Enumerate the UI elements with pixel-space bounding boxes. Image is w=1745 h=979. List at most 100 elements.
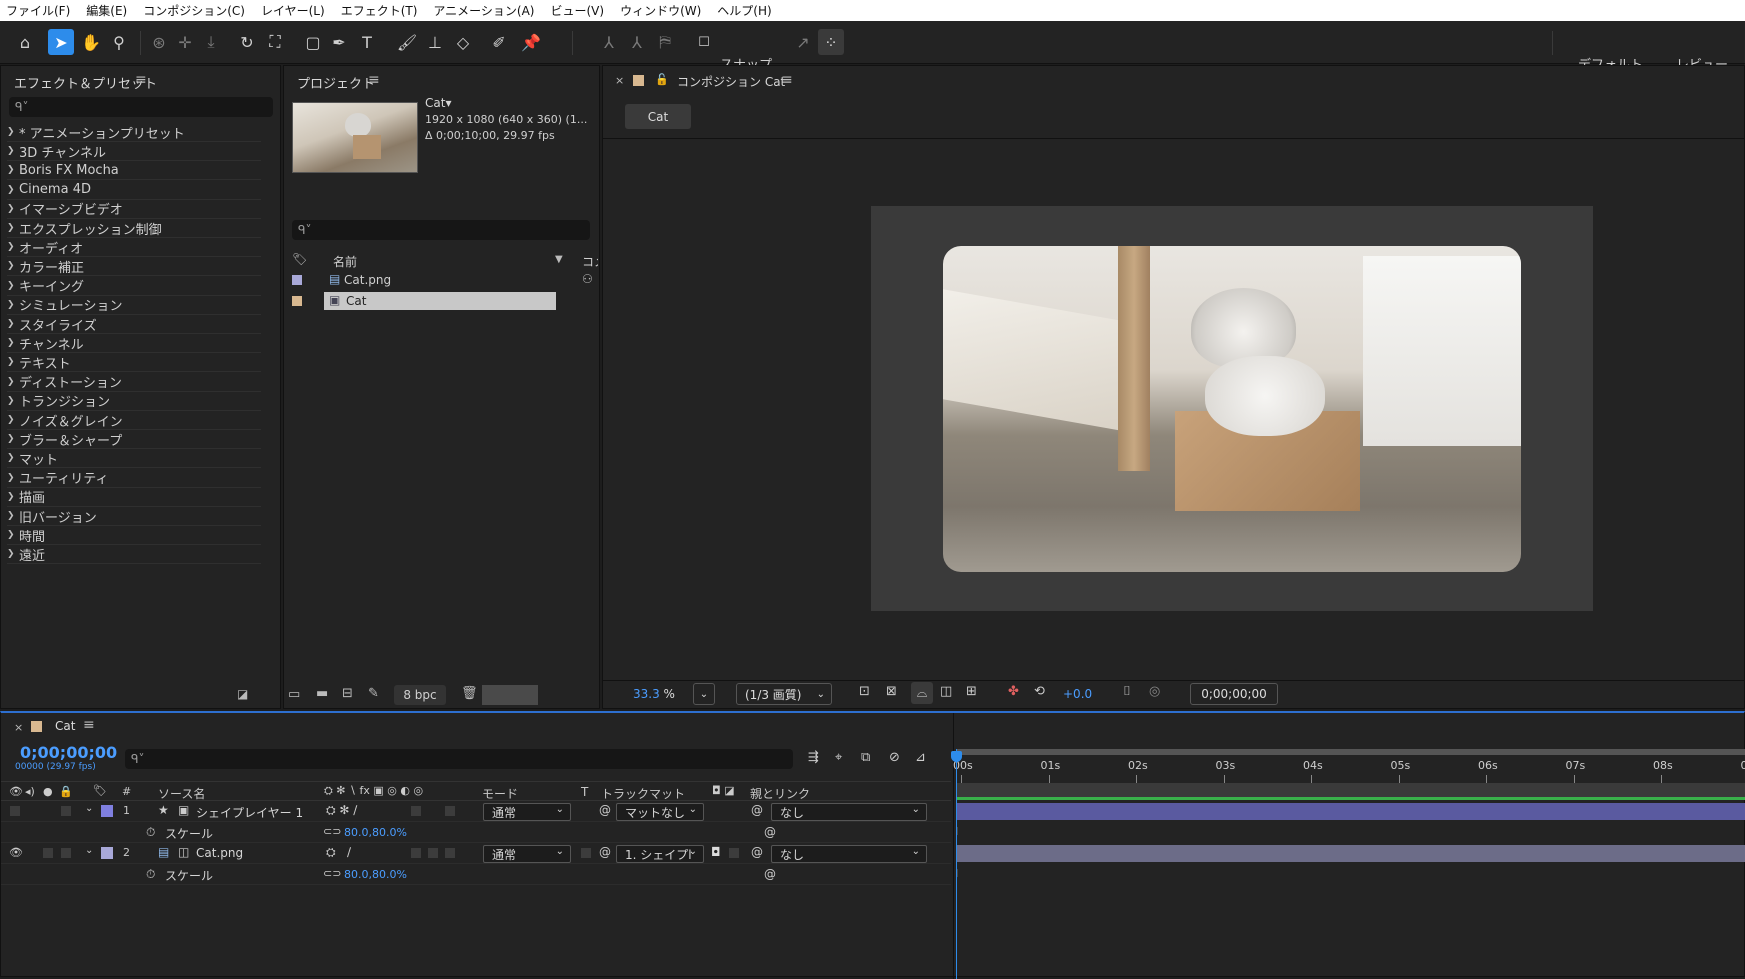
snap-grid-icon[interactable]: ⁘	[818, 29, 844, 55]
show-snapshot-icon[interactable]: ◎	[1149, 684, 1160, 699]
effect-category-item[interactable]: ❯* アニメーションプリセット	[7, 123, 261, 142]
effect-category-item[interactable]: ❯Boris FX Mocha	[7, 161, 261, 180]
effect-category-item[interactable]: ❯チャンネル	[7, 334, 261, 353]
column-name-header[interactable]: 名前	[333, 253, 357, 270]
chevron-right-icon[interactable]: ❯	[7, 434, 19, 444]
effect-category-item[interactable]: ❯キーイング	[7, 277, 261, 296]
chevron-right-icon[interactable]: ❯	[7, 146, 19, 156]
column-comment-header[interactable]: コメ	[582, 253, 598, 270]
layer-label-swatch[interactable]	[101, 847, 113, 859]
region-of-interest-icon[interactable]: ◫	[940, 684, 952, 699]
label-tag-icon[interactable]: 🏷	[93, 784, 107, 797]
chevron-right-icon[interactable]: ❯	[7, 300, 19, 310]
switch-box[interactable]	[445, 848, 455, 858]
chevron-right-icon[interactable]: ❯	[7, 492, 19, 502]
motion-blur-icon[interactable]: ⊿	[915, 750, 926, 765]
effect-category-item[interactable]: ❯旧バージョン	[7, 507, 261, 526]
layer-row[interactable]: ⌄ 1 ★ ▣ シェイプレイヤー 1 ⛭ ✻ ∕ 通常⌄ @ マットなし⌄ @ …	[1, 801, 951, 822]
pickwhip-icon[interactable]: @	[599, 803, 611, 817]
exposure-value[interactable]: +0.0	[1063, 687, 1092, 701]
chevron-right-icon[interactable]: ❯	[7, 204, 19, 214]
panel-menu-icon[interactable]: ≡	[368, 72, 380, 88]
timeline-timecode[interactable]: 0;00;00;00	[20, 743, 117, 762]
panel-menu-icon[interactable]: ≡	[83, 717, 95, 733]
snapshot-camera-icon[interactable]: ⌷	[1123, 684, 1131, 699]
label-color-swatch[interactable]	[292, 275, 302, 285]
chevron-right-icon[interactable]: ❯	[7, 453, 19, 463]
layer-name[interactable]: シェイプレイヤー 1	[196, 804, 303, 821]
resolution-dropdown[interactable]: (1/3 画質)⌄	[736, 683, 832, 705]
chevron-down-icon[interactable]: ⌄	[85, 803, 93, 814]
transparency-grid-icon[interactable]: ⊠	[886, 684, 897, 699]
lock-icon[interactable]: 🔒	[59, 785, 73, 798]
layer-name[interactable]: Cat.png	[196, 846, 243, 860]
effect-category-item[interactable]: ❯シミュレーション	[7, 296, 261, 315]
effect-category-item[interactable]: ❯イマーシブビデオ	[7, 200, 261, 219]
color-channels-icon[interactable]: ✤	[1008, 684, 1019, 699]
video-toggle[interactable]	[10, 806, 20, 816]
rectangle-tool-icon[interactable]: ▢	[300, 29, 326, 55]
new-bin-icon[interactable]: ◪	[237, 687, 248, 701]
dolly-camera-icon[interactable]: ⤓	[198, 29, 224, 55]
composition-tab-title[interactable]: コンポジション Cat	[677, 73, 785, 90]
effect-category-item[interactable]: ❯テキスト	[7, 353, 261, 372]
zoom-dropdown-chevron-icon[interactable]: ⌄	[693, 683, 715, 705]
eraser-tool-icon[interactable]: ◇	[450, 29, 476, 55]
parent-dropdown[interactable]: なし⌄	[771, 845, 927, 863]
draft-3d-icon[interactable]: ⌖	[835, 750, 842, 765]
clone-stamp-tool-icon[interactable]: ⊥	[422, 29, 448, 55]
home-icon[interactable]: ⌂	[12, 29, 38, 55]
chevron-right-icon[interactable]: ❯	[7, 261, 19, 271]
chevron-right-icon[interactable]: ❯	[7, 357, 19, 367]
axis-local-icon[interactable]: ⅄	[596, 29, 622, 55]
effect-category-item[interactable]: ❯遠近	[7, 545, 261, 564]
chevron-down-icon[interactable]: ⌄	[85, 845, 93, 856]
panel-menu-icon[interactable]: ≡	[781, 72, 793, 88]
source-name-header[interactable]: ソース名	[158, 785, 205, 802]
solo-dot-icon[interactable]: ●	[43, 785, 53, 798]
adjust-settings-icon[interactable]: ✎	[368, 686, 379, 701]
reset-exposure-icon[interactable]: ⟲	[1034, 684, 1045, 699]
chevron-right-icon[interactable]: ❯	[7, 281, 19, 291]
work-area-bar[interactable]	[957, 783, 1745, 798]
audio-speaker-icon[interactable]: ◂)	[25, 785, 35, 798]
preserve-transparency-toggle[interactable]	[581, 848, 591, 858]
lock-toggle[interactable]	[61, 848, 71, 858]
solo-toggle[interactable]	[43, 848, 53, 858]
expression-pickwhip-icon[interactable]: @	[764, 825, 776, 839]
close-tab-icon[interactable]: ×	[615, 74, 624, 87]
mask-visibility-icon[interactable]: ⌓	[911, 682, 933, 704]
switch-box[interactable]	[411, 806, 421, 816]
fast-previews-icon[interactable]: ⊡	[859, 684, 870, 699]
timeline-tab-title[interactable]: Cat	[55, 719, 75, 733]
roto-brush-tool-icon[interactable]: ✐	[486, 29, 512, 55]
composition-flowchart-icon[interactable]: ⇶	[808, 750, 819, 765]
current-time-display[interactable]: 0;00;00;00	[1190, 683, 1278, 705]
menu-view[interactable]: ビュー(V)	[550, 2, 604, 19]
effect-category-item[interactable]: ❯トランジション	[7, 392, 261, 411]
constrain-proportions-icon[interactable]: ⊂⊃	[323, 867, 341, 880]
matte-alpha-icon[interactable]: ◘	[711, 845, 721, 859]
time-ruler[interactable]: 00s01s02s03s04s05s06s07s08s09s	[957, 755, 1745, 783]
pickwhip-icon[interactable]: @	[599, 845, 611, 859]
panel-menu-icon[interactable]: ≡	[135, 72, 147, 88]
snap-option-icon[interactable]: ↗	[790, 29, 816, 55]
label-color-swatch[interactable]	[292, 296, 302, 306]
sort-chevron-icon[interactable]: ▼	[555, 254, 563, 265]
effect-category-item[interactable]: ❯エクスプレッション制御	[7, 219, 261, 238]
layer-row[interactable]: 👁 ⌄ 2 ▤ ◫ Cat.png ⛭ ∕ 通常⌄ @ 1. シェイプl⌄ ◘ …	[1, 843, 951, 864]
switch-box[interactable]	[411, 848, 421, 858]
effect-category-item[interactable]: ❯3D チャンネル	[7, 142, 261, 161]
new-folder-icon[interactable]: ▬	[316, 686, 328, 701]
menu-window[interactable]: ウィンドウ(W)	[620, 2, 701, 19]
parent-pickwhip-icon[interactable]: @	[751, 845, 763, 859]
chevron-right-icon[interactable]: ❯	[7, 415, 19, 425]
layer-1-duration-bar[interactable]	[957, 803, 1745, 820]
project-item[interactable]: ▣ Cat	[284, 291, 600, 311]
chevron-right-icon[interactable]: ❯	[7, 511, 19, 521]
close-tab-icon[interactable]: ×	[14, 721, 23, 734]
scale-value[interactable]: 80.0,80.0%	[344, 826, 407, 839]
shy-layers-icon[interactable]: ⧉	[861, 750, 870, 765]
lock-icon[interactable]: 🔓	[655, 73, 669, 86]
snap-checkbox-icon[interactable]: ☐	[691, 29, 717, 55]
